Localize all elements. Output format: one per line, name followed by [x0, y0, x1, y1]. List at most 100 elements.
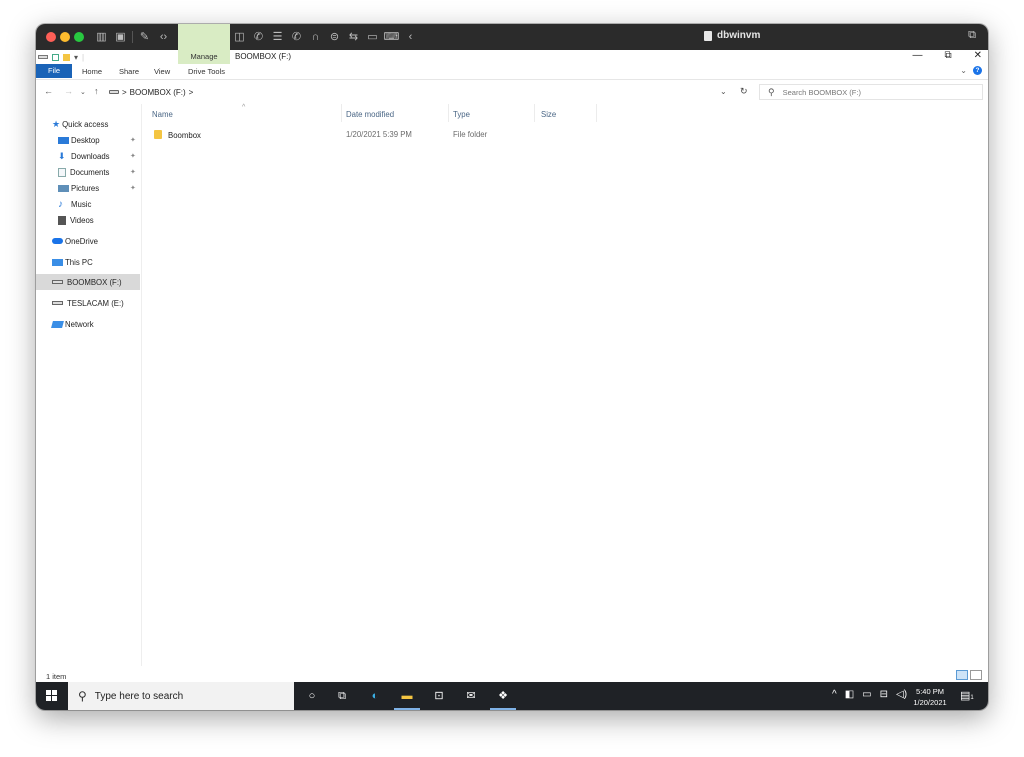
- new-folder-icon[interactable]: [63, 53, 70, 61]
- action-center-icon[interactable]: ▤1: [960, 689, 974, 702]
- breadcrumb-boombox[interactable]: BOOMBOX (F:): [130, 88, 186, 97]
- nav-quick-access[interactable]: ★ Quick access: [36, 116, 140, 132]
- address-bar[interactable]: > BOOMBOX (F:) >: [106, 84, 726, 100]
- fullscreen-icon[interactable]: ⧉: [968, 29, 976, 42]
- search-input[interactable]: ⚲ Search BOOMBOX (F:): [759, 84, 983, 100]
- qat-dropdown-icon[interactable]: ▾: [74, 53, 78, 62]
- code-icon[interactable]: ‹›: [154, 29, 173, 45]
- column-size[interactable]: Size: [541, 110, 556, 119]
- share-icon[interactable]: ⇆: [344, 29, 363, 45]
- tab-drive-tools[interactable]: Drive Tools: [188, 67, 225, 76]
- details-view-icon[interactable]: [956, 670, 968, 680]
- nav-label: Pictures: [71, 183, 100, 193]
- large-icons-view-icon[interactable]: [970, 670, 982, 680]
- nav-onedrive[interactable]: OneDrive: [36, 233, 140, 249]
- network-tray-icon[interactable]: ⊟: [880, 689, 888, 700]
- tray-app-icon[interactable]: ◧: [845, 689, 854, 700]
- nav-network[interactable]: Network: [36, 316, 140, 332]
- nav-documents[interactable]: Documents ✦: [36, 164, 140, 180]
- drive-icon: [52, 280, 63, 284]
- zoom-traffic-button[interactable]: [74, 32, 84, 42]
- column-name[interactable]: Name: [152, 110, 173, 119]
- column-date-modified[interactable]: Date modified: [346, 110, 394, 119]
- separator: [132, 31, 133, 43]
- phone2-icon[interactable]: ✆: [287, 29, 306, 45]
- usb-icon[interactable]: ⊜: [325, 29, 344, 45]
- search-placeholder: Search BOOMBOX (F:): [782, 87, 861, 97]
- properties-icon[interactable]: [52, 53, 59, 61]
- pin-icon[interactable]: ✦: [130, 136, 136, 144]
- refresh-icon[interactable]: ↻: [740, 86, 748, 97]
- edge-icon[interactable]: ◐: [366, 688, 384, 704]
- nav-videos[interactable]: Videos: [36, 212, 140, 228]
- help-icon[interactable]: ?: [973, 66, 982, 75]
- file-row[interactable]: Boombox 1/20/2021 5:39 PM File folder: [152, 128, 602, 142]
- database-icon[interactable]: ☰: [268, 29, 287, 45]
- minimize-button[interactable]: —: [912, 50, 922, 61]
- up-arrow-icon[interactable]: ↑: [94, 86, 99, 96]
- wrench-icon[interactable]: ✎: [135, 29, 154, 45]
- battery-icon[interactable]: ▭: [862, 689, 871, 700]
- separator: |: [82, 52, 85, 62]
- nav-label: Videos: [70, 215, 94, 225]
- sidebar-icon[interactable]: ▥: [92, 29, 111, 45]
- host-title-text: dbwinvm: [717, 30, 761, 41]
- back-arrow-icon[interactable]: ←: [44, 86, 53, 96]
- close-traffic-button[interactable]: [46, 32, 56, 42]
- nav-desktop[interactable]: Desktop ✦: [36, 132, 140, 148]
- taskbar-search-input[interactable]: ⚲ Type here to search: [68, 682, 294, 710]
- app-installer-icon[interactable]: ❖: [490, 688, 516, 710]
- pin-icon[interactable]: ✦: [130, 168, 136, 176]
- folder-icon: [154, 130, 162, 139]
- store-icon[interactable]: ⊡: [430, 688, 448, 704]
- file-explorer-icon[interactable]: ▬: [394, 688, 420, 710]
- column-type[interactable]: Type: [453, 110, 470, 119]
- phone-icon[interactable]: ✆: [249, 29, 268, 45]
- camera-icon[interactable]: ◫: [230, 29, 249, 45]
- nav-pictures[interactable]: Pictures ✦: [36, 180, 140, 196]
- back-icon[interactable]: ‹: [401, 29, 420, 45]
- column-divider[interactable]: [448, 104, 449, 122]
- taskbar-clock[interactable]: 5:40 PM 1/20/2021: [908, 686, 952, 708]
- mail-icon[interactable]: ✉: [462, 688, 480, 704]
- expand-ribbon-icon[interactable]: ⌄: [960, 66, 967, 75]
- windows-start-icon[interactable]: [46, 690, 57, 701]
- music-icon: ♪: [58, 198, 63, 210]
- vm-window: ▥ ▣ ✎ ‹› ⎙ ◙ ◁) ◫ ✆ ☰ ✆ ∩ ⊜ ⇆ ▭ ⌨ ‹ dbwi…: [36, 24, 988, 710]
- breadcrumb-separator[interactable]: >: [189, 88, 194, 97]
- minimize-traffic-button[interactable]: [60, 32, 70, 42]
- pin-icon[interactable]: ✦: [130, 184, 136, 192]
- pin-icon[interactable]: ✦: [130, 152, 136, 160]
- close-button[interactable]: ✕: [974, 50, 982, 61]
- cortana-icon[interactable]: ○: [303, 688, 321, 704]
- column-divider[interactable]: [596, 104, 597, 122]
- tab-view[interactable]: View: [154, 67, 170, 76]
- task-view-icon[interactable]: ⧉: [333, 688, 351, 704]
- nav-label: OneDrive: [65, 236, 98, 246]
- nav-this-pc[interactable]: This PC: [36, 254, 140, 270]
- forward-arrow-icon[interactable]: →: [64, 86, 73, 96]
- column-divider[interactable]: [341, 104, 342, 122]
- nav-downloads[interactable]: ⬇ Downloads ✦: [36, 148, 140, 164]
- address-dropdown-icon[interactable]: ⌄: [720, 87, 727, 96]
- document-icon: [704, 30, 712, 41]
- keyboard-icon[interactable]: ⌨: [382, 29, 401, 45]
- headphones-icon[interactable]: ∩: [306, 29, 325, 45]
- tab-share[interactable]: Share: [119, 67, 139, 76]
- nav-boombox-drive[interactable]: BOOMBOX (F:): [36, 274, 140, 290]
- file-name-cell[interactable]: Boombox: [154, 130, 201, 140]
- display-icon[interactable]: ▭: [363, 29, 382, 45]
- show-hidden-icons-icon[interactable]: ^: [832, 689, 837, 700]
- tab-file[interactable]: File: [36, 64, 72, 78]
- column-divider[interactable]: [534, 104, 535, 122]
- volume-icon[interactable]: ◁): [896, 689, 907, 700]
- restore-button[interactable]: ⧉: [944, 50, 951, 61]
- tab-home[interactable]: Home: [82, 67, 102, 76]
- manage-context-label[interactable]: Manage: [178, 52, 230, 61]
- nav-music[interactable]: ♪ Music: [36, 196, 140, 212]
- host-window-title: dbwinvm: [704, 30, 760, 41]
- nav-teslacam-drive[interactable]: TESLACAM (E:): [36, 295, 140, 311]
- recent-locations-icon[interactable]: ⌄: [80, 88, 86, 96]
- address-row: ← → ⌄ ↑ > BOOMBOX (F:) > ⌄ ↻ ⚲ Search BO…: [36, 81, 988, 103]
- snapshot-icon[interactable]: ▣: [111, 29, 130, 45]
